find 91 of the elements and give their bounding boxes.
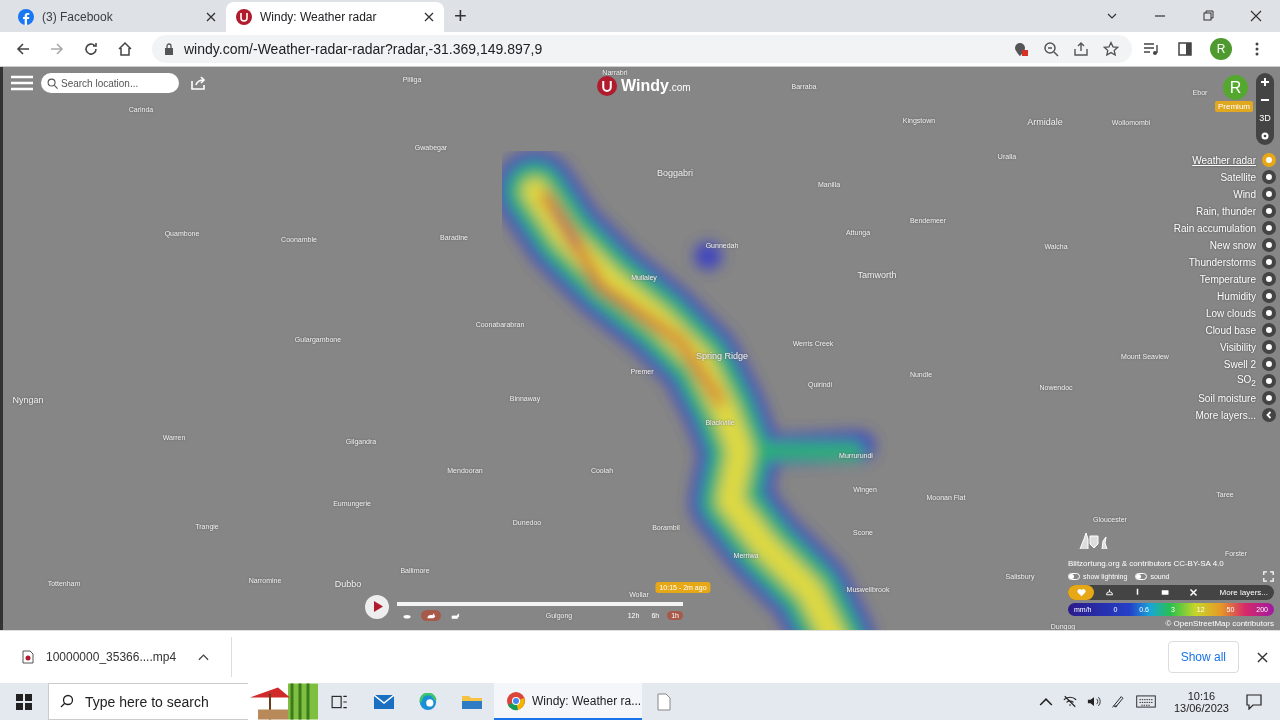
play-button[interactable] (365, 594, 389, 619)
place-label: Nyngan (12, 395, 44, 405)
share-icon[interactable] (191, 76, 207, 90)
layer-icon[interactable] (1262, 408, 1276, 422)
chrome-icon (506, 690, 526, 711)
premium-badge: Premium (1215, 101, 1253, 112)
layer-icon[interactable] (1262, 340, 1276, 354)
speed-button[interactable] (421, 610, 441, 621)
layer-menu-item[interactable]: Weather radar (1192, 154, 1256, 166)
layer-icon[interactable] (1262, 238, 1276, 252)
play-icon (373, 601, 383, 612)
layer-menu-item[interactable]: Soil moisture (1198, 392, 1256, 404)
layer-icon[interactable] (1262, 221, 1276, 235)
layer-icon[interactable] (1262, 323, 1276, 337)
coat-of-arms-drawing (1078, 530, 1108, 550)
zoom-in-icon[interactable] (1258, 75, 1272, 89)
keyboard-icon[interactable] (1134, 695, 1157, 708)
layer-menu-item[interactable]: Rain accumulation (1173, 222, 1256, 234)
video-file-icon (22, 650, 34, 664)
network-off-icon[interactable] (1062, 695, 1077, 708)
close-icon (1188, 588, 1198, 597)
speaker-icon[interactable] (1086, 695, 1101, 708)
layer-menu-item[interactable]: Visibility (1220, 341, 1256, 353)
layer-menu-item[interactable]: Thunderstorms (1188, 256, 1256, 268)
windy-logo[interactable]: Windy.com (597, 76, 691, 96)
layer-menu-item[interactable]: Temperature (1199, 273, 1256, 285)
clock-time[interactable]: 10:16 (1187, 689, 1216, 702)
layer-menu-item[interactable]: SO$_{2}$ (1236, 374, 1256, 388)
layer-menu-item[interactable]: More layers... (1195, 409, 1256, 421)
menu-icon[interactable] (11, 75, 33, 91)
user-avatar[interactable]: R (1223, 75, 1248, 100)
search-icon (60, 694, 74, 708)
pen-icon[interactable] (1110, 695, 1125, 708)
layer-menu-item[interactable]: Wind (1233, 188, 1256, 200)
browser-tab[interactable]: Windy: Weather radar (226, 2, 444, 32)
notifications-icon[interactable] (1246, 693, 1262, 710)
layer-icon[interactable] (1262, 391, 1276, 405)
place-label: Armidale (1027, 117, 1063, 127)
layer-icon[interactable] (1262, 306, 1276, 320)
layer-menu-item[interactable]: New snow (1209, 239, 1256, 251)
place-label: Boggabri (657, 168, 693, 178)
edge-browser-icon[interactable] (418, 692, 438, 711)
profile-avatar[interactable]: R (1210, 38, 1232, 60)
new-tab-button[interactable]: + (444, 3, 477, 29)
rabbit-icon (426, 611, 436, 620)
close-icon[interactable] (424, 12, 434, 22)
close-icon[interactable] (1257, 651, 1268, 663)
clock-date[interactable]: 13/06/2023 (1173, 701, 1229, 714)
layer-icon[interactable] (1262, 170, 1276, 184)
heart-icon (1076, 588, 1086, 597)
fullscreen-icon[interactable] (1263, 571, 1274, 582)
layer-menu-item[interactable]: Cloud base (1205, 324, 1256, 336)
windy-logo-icon (597, 76, 617, 96)
layer-icon[interactable] (1262, 374, 1276, 388)
layer-icon[interactable] (1262, 204, 1276, 218)
layer-icon[interactable] (1262, 357, 1276, 371)
mail-icon[interactable] (374, 692, 394, 711)
more-layers-button[interactable]: More layers... (1219, 588, 1274, 597)
layer-menu-item[interactable]: Rain, thunder (1195, 205, 1256, 217)
facebook-icon (18, 9, 34, 25)
search-field[interactable]: Search location... (41, 73, 179, 93)
logo-text: Windy.com (621, 77, 691, 95)
place-label: Dubbo (334, 579, 362, 589)
layer-icon[interactable] (1262, 289, 1276, 303)
lock-icon (164, 43, 174, 55)
map-tile[interactable] (0, 67, 1280, 630)
caret-up-icon[interactable] (198, 653, 210, 661)
restore-icon[interactable] (1202, 10, 1214, 22)
layer-icon[interactable] (1262, 187, 1276, 201)
windy-logo-icon (236, 9, 252, 25)
taskbar-app-button[interactable]: Windy: Weather ra... (494, 683, 642, 720)
overlay-button[interactable] (1068, 585, 1094, 600)
layer-menu-item[interactable]: Swell 2 (1223, 358, 1256, 370)
browser-tab[interactable]: (3) Facebook (8, 2, 226, 32)
layer-menu-item[interactable]: Low clouds (1205, 307, 1256, 319)
taskbar-search-field[interactable]: Type here to search (48, 683, 248, 720)
place-label: Tamworth (857, 270, 897, 280)
attribution-text: Blitzortung.org & contributors CC-BY-SA 4.0 (1068, 559, 1225, 568)
address-bar[interactable]: windy.com/-Weather-radar-radar?radar,-31.369,149.897,9 (152, 35, 1132, 63)
layer-icon[interactable] (1262, 272, 1276, 286)
place-label: Spring Ridge (696, 351, 748, 361)
layer-menu-item[interactable]: Satellite (1220, 171, 1256, 183)
close-icon[interactable] (206, 12, 216, 22)
show-all-button[interactable]: Show all (1167, 641, 1239, 673)
close-icon[interactable] (1250, 10, 1262, 22)
layer-menu-item[interactable]: Humidity (1217, 290, 1256, 302)
search-icon (47, 78, 58, 89)
camera-icon (1160, 588, 1170, 597)
download-item[interactable]: 10000000_35366....mp4 (46, 650, 177, 664)
layer-icon[interactable] (1262, 255, 1276, 269)
windows-start-icon[interactable] (16, 693, 32, 710)
